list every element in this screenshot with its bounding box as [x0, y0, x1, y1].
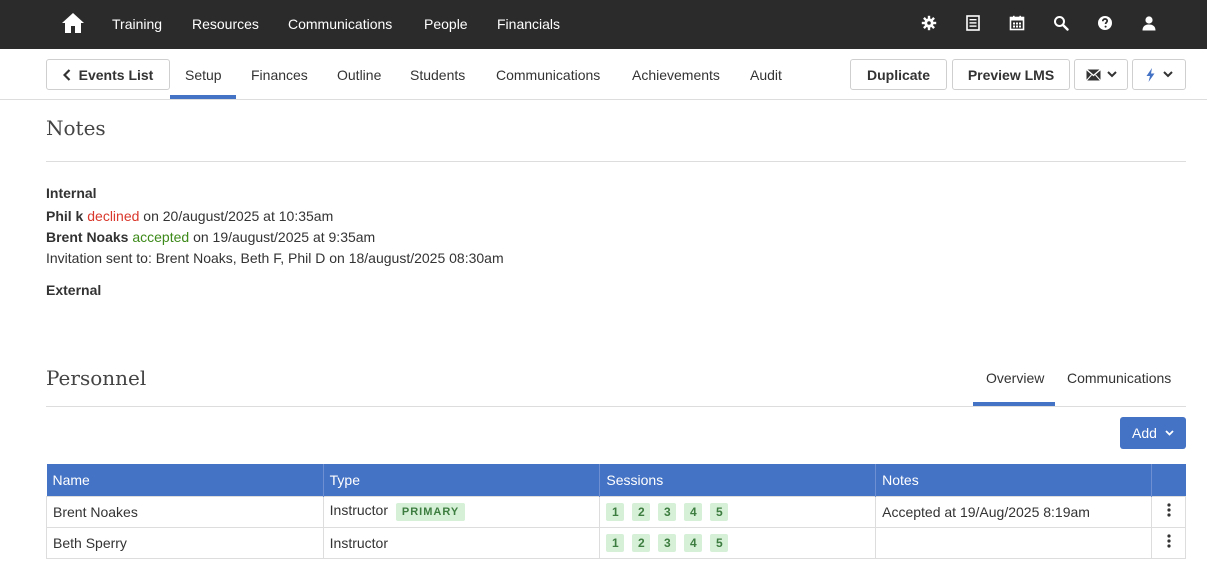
note-status-declined: declined [87, 208, 140, 224]
tab-achievements[interactable]: Achievements [632, 66, 720, 84]
personnel-name: Brent Noakes [46, 495, 324, 528]
envelope-icon [1085, 68, 1101, 81]
tab-students[interactable]: Students [410, 66, 465, 84]
topnav-financials[interactable]: Financials [497, 15, 560, 33]
table-row[interactable]: Beth Sperry Instructor 12345 [46, 526, 1186, 559]
top-navbar: Training Resources Communications People… [0, 0, 1207, 49]
column-header-name[interactable]: Name [46, 464, 324, 496]
tab-audit[interactable]: Audit [750, 66, 782, 84]
email-dropdown-button[interactable] [1074, 59, 1128, 90]
note-line-accepted: Brent Noaks accepted on 19/august/2025 a… [46, 228, 375, 246]
session-badge[interactable]: 3 [658, 502, 677, 521]
session-badge[interactable]: 5 [710, 502, 729, 521]
back-button-label: Events List [78, 66, 154, 83]
chevron-down-icon [1165, 430, 1174, 436]
kebab-menu-icon [1166, 503, 1171, 517]
preview-lms-button[interactable]: Preview LMS [952, 59, 1070, 90]
personnel-type-cell: Instructor PRIMARY [322, 495, 601, 528]
primary-badge: PRIMARY [395, 502, 466, 521]
topnav-resources[interactable]: Resources [192, 15, 259, 33]
add-personnel-button[interactable]: Add [1120, 417, 1186, 449]
duplicate-button[interactable]: Duplicate [850, 59, 947, 90]
row-menu-button[interactable] [1151, 495, 1186, 528]
topnav-people[interactable]: People [424, 15, 468, 33]
calendar-icon[interactable] [1009, 15, 1025, 31]
search-icon[interactable] [1053, 15, 1069, 31]
sessions-cell: 12345 [599, 526, 877, 559]
session-badge[interactable]: 4 [684, 502, 703, 521]
gear-icon[interactable] [921, 15, 937, 31]
help-icon[interactable] [1097, 15, 1113, 31]
note-detail: on 20/august/2025 at 10:35am [139, 208, 334, 224]
external-label: External [46, 282, 102, 298]
list-icon[interactable] [965, 15, 981, 31]
tab-setup[interactable]: Setup [185, 66, 222, 84]
personnel-name: Beth Sperry [46, 526, 324, 559]
session-badge[interactable]: 2 [632, 502, 651, 521]
kebab-menu-icon [1166, 534, 1171, 548]
chevron-left-icon [62, 68, 70, 81]
topnav-training[interactable]: Training [112, 15, 162, 33]
user-icon[interactable] [1141, 15, 1157, 31]
personnel-divider [46, 406, 1186, 407]
actions-dropdown-button[interactable] [1132, 59, 1186, 90]
personnel-type: Instructor [329, 534, 388, 551]
note-line-declined: Phil k declined on 20/august/2025 at 10:… [46, 207, 333, 225]
active-tab-indicator [170, 95, 236, 99]
notes-divider [46, 161, 1186, 162]
tab-finances[interactable]: Finances [251, 66, 308, 84]
tab-personnel-communications[interactable]: Communications [1067, 370, 1171, 386]
invitation-note: Invitation sent to: Brent Noaks, Beth F,… [46, 250, 504, 266]
tab-overview[interactable]: Overview [986, 370, 1044, 386]
column-header-sessions[interactable]: Sessions [599, 464, 877, 496]
event-subnav: Events List Setup Finances Outline Stude… [0, 49, 1207, 100]
chevron-down-icon [1106, 71, 1117, 78]
personnel-notes [875, 526, 1153, 559]
note-detail: on 19/august/2025 at 9:35am [189, 229, 376, 245]
table-row[interactable]: Brent Noakes Instructor PRIMARY 12345 Ac… [46, 495, 1186, 528]
column-header-notes[interactable]: Notes [875, 464, 1153, 496]
session-badge[interactable]: 2 [632, 533, 651, 552]
sessions-cell: 12345 [599, 495, 877, 528]
home-icon[interactable] [61, 11, 85, 35]
personnel-title: Personnel [46, 366, 147, 390]
personnel-type-cell: Instructor [322, 526, 601, 559]
table-header-row: Name Type Sessions Notes [46, 464, 1186, 496]
bolt-icon [1146, 67, 1154, 82]
tab-communications[interactable]: Communications [496, 66, 600, 84]
personnel-type: Instructor [329, 502, 388, 519]
column-header-type[interactable]: Type [323, 464, 601, 496]
personnel-table: Name Type Sessions Notes Brent Noakes In… [46, 464, 1186, 559]
row-menu-button[interactable] [1151, 526, 1186, 559]
internal-label: Internal [46, 185, 97, 201]
session-badge[interactable]: 3 [658, 533, 677, 552]
add-button-label: Add [1132, 425, 1157, 441]
note-status-accepted: accepted [132, 229, 190, 245]
notes-title: Notes [46, 116, 106, 140]
tab-outline[interactable]: Outline [337, 66, 381, 84]
topnav-communications[interactable]: Communications [288, 15, 392, 33]
note-person: Brent Noaks [46, 229, 129, 245]
session-badge[interactable]: 1 [606, 533, 625, 552]
note-person: Phil k [46, 208, 84, 224]
personnel-notes: Accepted at 19/Aug/2025 8:19am [875, 495, 1153, 528]
session-badge[interactable]: 5 [710, 533, 729, 552]
session-badge[interactable]: 1 [606, 502, 625, 521]
session-badge[interactable]: 4 [684, 533, 703, 552]
chevron-down-icon [1162, 71, 1173, 78]
back-to-events-button[interactable]: Events List [46, 59, 170, 90]
column-header-actions [1151, 464, 1186, 496]
